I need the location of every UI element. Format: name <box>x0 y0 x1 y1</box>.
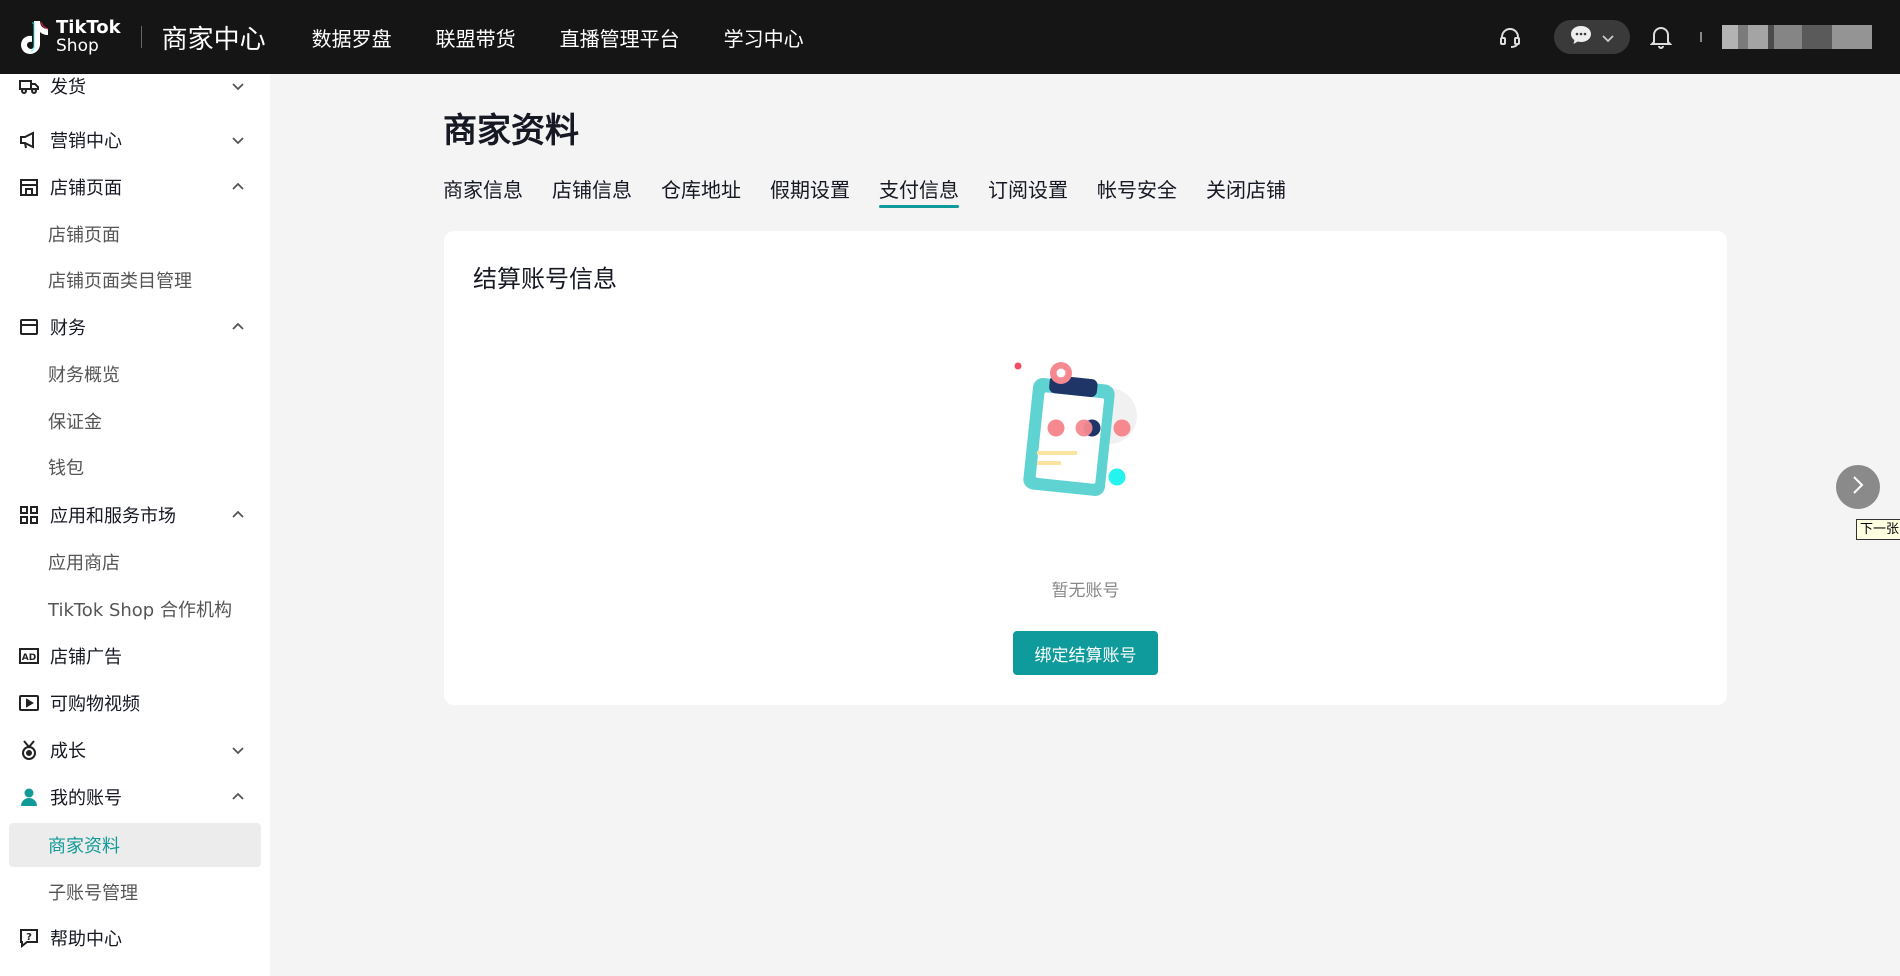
sidebar-subitem-app-store[interactable]: 应用商店 <box>0 540 270 584</box>
megaphone-icon <box>18 129 40 151</box>
logo-divider <box>140 26 142 48</box>
truck-icon <box>18 75 40 97</box>
tiktok-logo-icon <box>18 17 52 57</box>
sidebar-subitem-wallet[interactable]: 钱包 <box>0 445 270 489</box>
sidebar-item-shipping-partial[interactable]: 发货 <box>0 74 270 108</box>
chevron-up-icon <box>232 322 244 330</box>
nav-affiliate[interactable]: 联盟带货 <box>414 23 538 52</box>
tab-holiday-settings[interactable]: 假期设置 <box>770 174 850 210</box>
sidebar-item-label: 营销中心 <box>50 131 122 152</box>
sidebar-subitem-partners[interactable]: TikTok Shop 合作机构 <box>0 587 270 631</box>
nav-learning-center[interactable]: 学习中心 <box>702 23 826 52</box>
sidebar-item-label: 店铺广告 <box>50 647 122 668</box>
sidebar-subitem-merchant-profile[interactable]: 商家资料 <box>9 823 261 867</box>
sidebar-item-growth[interactable]: 成长 <box>0 728 270 772</box>
tab-account-security[interactable]: 帐号安全 <box>1097 174 1177 210</box>
apps-grid-icon <box>18 504 40 526</box>
sidebar-item-marketing[interactable]: 营销中心 <box>0 118 270 162</box>
svg-text:AD: AD <box>22 653 36 663</box>
sidebar-subitem-finance-overview[interactable]: 财务概览 <box>0 352 270 396</box>
chevron-down-icon <box>1602 28 1614 47</box>
clipboard-empty-illustration <box>1004 351 1174 521</box>
page-title: 商家资料 <box>443 111 579 151</box>
svg-text:?: ? <box>26 932 32 943</box>
tab-warehouse-address[interactable]: 仓库地址 <box>661 174 741 210</box>
bind-settlement-account-button[interactable]: 绑定结算账号 <box>1013 631 1158 675</box>
sidebar-item-finance[interactable]: 财务 <box>0 305 270 349</box>
tab-store-info[interactable]: 店铺信息 <box>552 174 632 210</box>
nav-live-platform[interactable]: 直播管理平台 <box>538 23 702 52</box>
sidebar-item-help-center[interactable]: ? 帮助中心 <box>0 916 270 960</box>
topbar-separator <box>1700 32 1702 42</box>
sidebar-item-label: 财务 <box>50 318 86 339</box>
chevron-down-icon <box>232 83 244 91</box>
sidebar-item-label: 发货 <box>50 77 86 98</box>
bell-notification-icon[interactable] <box>1650 25 1672 49</box>
empty-state-text: 暂无账号 <box>1051 581 1120 601</box>
logo-text: TikTok Shop <box>56 17 121 56</box>
top-navigation-bar: TikTok Shop 商家中心 数据罗盘 联盟带货 直播管理平台 学习中心 <box>0 0 1900 74</box>
sidebar-item-label: 店铺页面 <box>50 178 122 199</box>
storefront-icon <box>18 176 40 198</box>
sidebar-subitem-sub-accounts[interactable]: 子账号管理 <box>0 870 270 914</box>
sidebar-item-label: 帮助中心 <box>50 929 122 950</box>
ad-icon: AD <box>18 645 40 667</box>
tab-close-store[interactable]: 关闭店铺 <box>1206 174 1286 210</box>
sidebar-subitem-store-category[interactable]: 店铺页面类目管理 <box>0 258 270 302</box>
tiktok-shop-logo[interactable]: TikTok Shop <box>18 17 121 57</box>
chevron-right-icon <box>1851 475 1865 499</box>
top-nav: 数据罗盘 联盟带货 直播管理平台 学习中心 <box>290 23 826 52</box>
account-avatar-blurred[interactable] <box>1722 25 1872 49</box>
headset-support-icon[interactable] <box>1498 25 1522 49</box>
chevron-up-icon <box>232 792 244 800</box>
message-dropdown[interactable] <box>1554 20 1630 54</box>
next-page-button[interactable] <box>1836 465 1880 509</box>
sidebar-item-store-ads[interactable]: AD 店铺广告 <box>0 634 270 678</box>
seller-center-title[interactable]: 商家中心 <box>162 19 266 56</box>
tab-merchant-info[interactable]: 商家信息 <box>443 174 523 210</box>
sidebar-item-label: 可购物视频 <box>50 694 140 715</box>
sidebar-item-label: 应用和服务市场 <box>50 506 176 527</box>
tab-payment-info[interactable]: 支付信息 <box>879 174 959 210</box>
sidebar: 发货 营销中心 店铺页面 店铺页面 店铺页面类目管理 财务 财务概览 保证金 钱… <box>0 74 270 976</box>
medal-icon <box>18 739 40 761</box>
tab-subscription-settings[interactable]: 订阅设置 <box>988 174 1068 210</box>
sidebar-item-label: 成长 <box>50 741 86 762</box>
sidebar-item-label: 我的账号 <box>50 788 122 809</box>
chevron-down-icon <box>232 137 244 145</box>
sidebar-item-my-account[interactable]: 我的账号 <box>0 775 270 819</box>
chat-bubble-icon <box>1570 25 1592 49</box>
chevron-up-icon <box>232 510 244 518</box>
settlement-account-card: 结算账号信息 暂无账号 绑定结算账号 <box>444 231 1727 705</box>
help-chat-icon: ? <box>18 927 40 949</box>
next-button-tooltip: 下一张 <box>1856 519 1900 540</box>
logo-line2: Shop <box>56 36 99 56</box>
chevron-down-icon <box>232 747 244 755</box>
sidebar-item-store-page[interactable]: 店铺页面 <box>0 165 270 209</box>
sidebar-item-app-market[interactable]: 应用和服务市场 <box>0 493 270 537</box>
nav-data-compass[interactable]: 数据罗盘 <box>290 23 414 52</box>
card-title: 结算账号信息 <box>473 265 617 293</box>
user-icon <box>18 786 40 808</box>
profile-tabs: 商家信息 店铺信息 仓库地址 假期设置 支付信息 订阅设置 帐号安全 关闭店铺 <box>443 174 1315 210</box>
video-play-icon <box>18 692 40 714</box>
chevron-up-icon <box>232 182 244 190</box>
logo-line1: TikTok <box>56 17 121 38</box>
wallet-card-icon <box>18 316 40 338</box>
sidebar-subitem-deposit[interactable]: 保证金 <box>0 399 270 443</box>
topbar-right-actions <box>1498 0 1900 74</box>
sidebar-subitem-store-page[interactable]: 店铺页面 <box>0 212 270 256</box>
sidebar-item-shoppable-video[interactable]: 可购物视频 <box>0 681 270 725</box>
